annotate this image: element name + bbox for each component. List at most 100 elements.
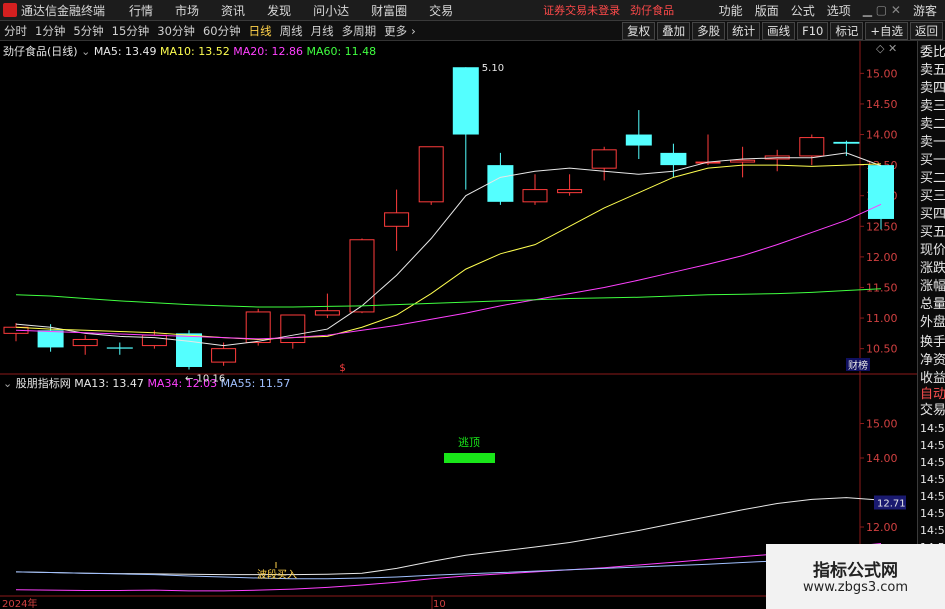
panel-weibi[interactable]: 委比 [920, 45, 945, 61]
candle-body-down [452, 67, 479, 135]
app-title: 通达信金融终端 [21, 3, 106, 18]
period-15min[interactable]: 15分钟 [112, 23, 150, 39]
menu-faxian[interactable]: 发现 [267, 2, 291, 19]
period-30min[interactable]: 30分钟 [157, 23, 195, 39]
period-fenshi[interactable]: 分时 [4, 23, 27, 39]
btn-diejia[interactable]: 叠加 [657, 21, 691, 40]
sub-tick-label: 12.00 [866, 521, 898, 534]
panel-change-pct[interactable]: 涨幅 [920, 279, 945, 295]
panel-trade[interactable]: 交易 [920, 403, 945, 419]
btn-duogu[interactable]: 多股 [692, 21, 726, 40]
panel-buy4[interactable]: 买四 [920, 207, 945, 223]
candle-body-up [72, 338, 98, 347]
menu-gongneng[interactable]: 功能 [719, 2, 743, 19]
candle-body-up [557, 189, 583, 194]
sub-tick-label: 15.00 [866, 418, 898, 431]
candle-body-up [730, 159, 756, 163]
period-5min[interactable]: 5分钟 [73, 23, 103, 39]
btn-biaoji[interactable]: 标记 [830, 21, 864, 40]
menu-xuanxiang[interactable]: 选项 [827, 2, 851, 19]
panel-auto[interactable]: 自动 [920, 387, 945, 403]
panel-earnings[interactable]: 收益 [920, 371, 945, 387]
price-tick-label: 12.00 [866, 251, 898, 264]
panel-time-2: 14:56 [920, 439, 945, 452]
price-tick-label: 14.00 [866, 129, 898, 142]
period-monthly[interactable]: 月线 [311, 23, 334, 39]
more-chevron-icon[interactable]: › [411, 24, 416, 38]
chart-area[interactable]: 10.5011.0011.5012.0012.5013.0013.5014.00… [0, 41, 917, 609]
btn-huaxian[interactable]: 画线 [762, 21, 796, 40]
candle-body-down [176, 333, 202, 367]
caibang-marker: 财榜 [848, 359, 868, 372]
panel-buy5[interactable]: 买五 [920, 225, 945, 241]
time-axis-label: 10 [433, 599, 446, 609]
wave-buy-signal-label: 波段买入 [257, 568, 297, 581]
panel-sell3[interactable]: 卖三 [920, 99, 945, 115]
menu-shichang[interactable]: 市场 [175, 2, 199, 19]
candle-body-down [660, 152, 687, 166]
btn-tongji[interactable]: 统计 [727, 21, 761, 40]
btn-zixuan[interactable]: +自选 [865, 21, 908, 40]
sub-line-ma13 [15, 497, 882, 576]
ma-line-ma60 [15, 288, 882, 308]
menu-bar: 通达信金融终端 行情 市场 资讯 发现 问小达 财富圈 交易 证券交易未登录 劲… [0, 0, 945, 21]
menu-banmian[interactable]: 版面 [755, 2, 779, 19]
candle-body-up [349, 239, 375, 313]
ma-line-ma10 [15, 163, 882, 340]
price-tick-label: 10.50 [866, 343, 898, 356]
panel-netasset[interactable]: 净资 [920, 353, 945, 369]
candle-body-down [106, 347, 133, 349]
panel-sell2[interactable]: 卖二 [920, 117, 945, 133]
panel-sell1[interactable]: 卖一 [920, 135, 945, 151]
watermark: 指标公式网 www.zbgs3.com [766, 544, 945, 609]
panel-time-7: 14:56 [920, 524, 945, 537]
menu-zixun[interactable]: 资讯 [221, 2, 245, 19]
menu-wenxiaoda[interactable]: 问小达 [313, 2, 349, 19]
panel-buy3[interactable]: 买三 [920, 189, 945, 205]
price-tick-label: 11.50 [866, 281, 898, 294]
panel-sell4[interactable]: 卖四 [920, 81, 945, 97]
btn-fanhui[interactable]: 返回 [910, 21, 943, 40]
quote-side-panel: 委比 卖五 卖四 卖三 卖二 卖一 买一 买二 买三 买四 买五 现价 涨跌 涨… [917, 41, 945, 609]
candle-body-down [625, 134, 652, 146]
panel-turnover[interactable]: 换手 [920, 335, 945, 351]
period-more[interactable]: 更多 [384, 23, 407, 39]
menu-caifuquan[interactable]: 财富圈 [371, 2, 407, 19]
price-tick-label: 11.00 [866, 312, 898, 325]
candle-body-down [487, 165, 514, 202]
period-1min[interactable]: 1分钟 [35, 23, 65, 39]
panel-buy2[interactable]: 买二 [920, 171, 945, 187]
panel-time-1: 14:56 [920, 422, 945, 435]
panel-price[interactable]: 现价 [920, 243, 945, 259]
period-multi[interactable]: 多周期 [342, 23, 377, 39]
panel-volume[interactable]: 总量 [920, 297, 945, 313]
period-daily[interactable]: 日线 [249, 23, 272, 39]
menu-gongshi[interactable]: 公式 [791, 2, 815, 19]
app-logo-icon [3, 3, 17, 17]
menu-jiaoyi[interactable]: 交易 [429, 2, 453, 19]
panel-outer[interactable]: 外盘 [920, 315, 945, 331]
panel-time-6: 14:56 [920, 507, 945, 520]
panel-buy1[interactable]: 买一 [920, 153, 945, 169]
price-tick-label: 15.00 [866, 67, 898, 80]
candle-body-up [211, 348, 237, 363]
dividend-marker: $ [339, 363, 345, 374]
panel-sell5[interactable]: 卖五 [920, 63, 945, 79]
period-60min[interactable]: 60分钟 [203, 23, 241, 39]
panel-time-3: 14:56 [920, 456, 945, 469]
candle-body-up [522, 189, 548, 203]
btn-f10[interactable]: F10 [797, 21, 829, 40]
btn-fuquan[interactable]: 复权 [622, 21, 656, 40]
window-controls-icon[interactable]: ▁ ▢ ✕ [863, 3, 901, 17]
candle-body-down [868, 165, 894, 219]
menu-hangqing[interactable]: 行情 [129, 2, 153, 19]
user-guest[interactable]: 游客 [913, 2, 937, 19]
stock-name-title: 劲仔食品 [630, 4, 675, 17]
candle-body-up [245, 311, 271, 344]
login-warning[interactable]: 证券交易未登录 [543, 2, 620, 18]
ma-line-ma20 [15, 203, 882, 340]
panel-change[interactable]: 涨跌 [920, 261, 945, 277]
candle-body-up [314, 310, 340, 316]
period-weekly[interactable]: 周线 [280, 23, 303, 39]
panel-time-5: 14:56 [920, 490, 945, 503]
